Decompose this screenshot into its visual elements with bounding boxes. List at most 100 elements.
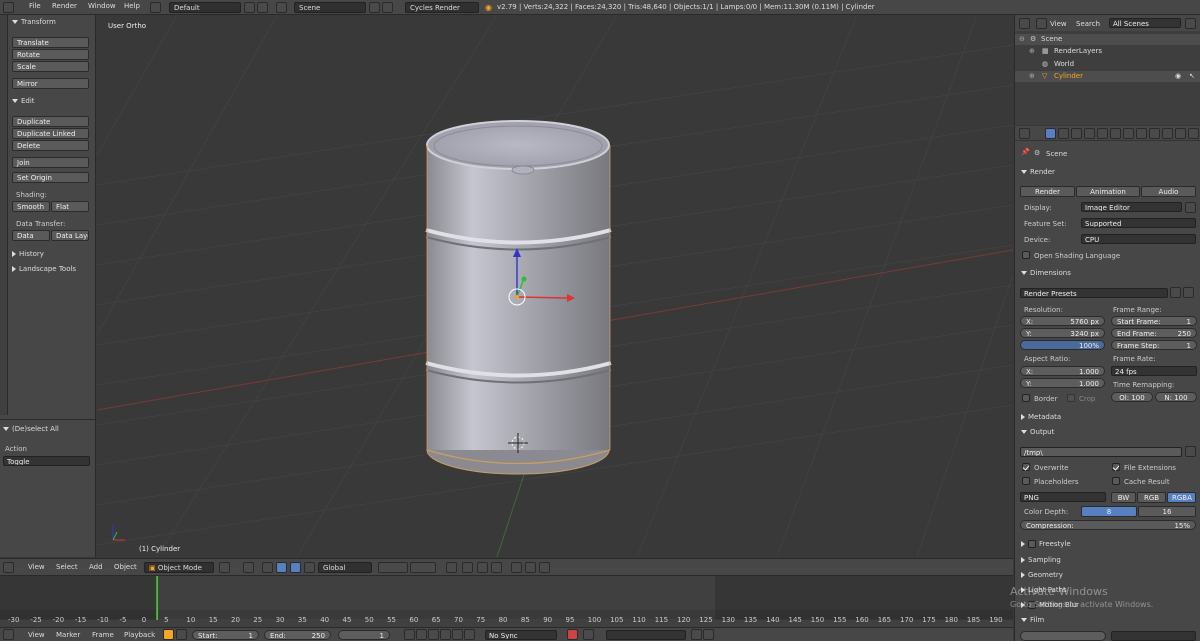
menu-file[interactable]: File (29, 2, 41, 10)
close-layout-icon[interactable] (257, 2, 268, 13)
outliner-row-world[interactable]: ◍ World (1015, 59, 1200, 70)
snap-icon[interactable] (462, 562, 473, 573)
duplicate-linked-button[interactable]: Duplicate Linked (12, 128, 89, 139)
edit-panel-header[interactable]: Edit (12, 97, 35, 105)
scene-select[interactable]: Scene (294, 2, 366, 13)
operator-panel-header[interactable]: (De)select All (3, 425, 59, 433)
next-key-icon[interactable] (452, 629, 463, 640)
delete-button[interactable]: Delete (12, 140, 89, 151)
scene-tab-icon[interactable] (1071, 128, 1082, 139)
smooth-button[interactable]: Smooth (12, 201, 50, 212)
render-button[interactable]: Render (1020, 186, 1075, 197)
physics-tab-icon[interactable] (1188, 128, 1199, 139)
depth-16-button[interactable]: 16 (1138, 506, 1196, 517)
output-path-field[interactable]: /tmp\ (1020, 447, 1182, 457)
modifiers-tab-icon[interactable] (1123, 128, 1134, 139)
file-format-select[interactable]: PNG (1020, 492, 1106, 502)
snap-element-icon[interactable] (491, 562, 502, 573)
record-icon[interactable] (567, 629, 578, 640)
menu-select[interactable]: Select (56, 563, 78, 571)
duplicate-button[interactable]: Duplicate (12, 116, 89, 127)
render-anim-icon[interactable] (525, 562, 536, 573)
jump-start-icon[interactable] (404, 629, 415, 640)
translate-button[interactable]: Translate (12, 37, 89, 48)
snap-target-icon[interactable] (477, 562, 488, 573)
res-y-field[interactable]: Y: 3240 px (1020, 328, 1105, 338)
prev-key-icon[interactable] (416, 629, 427, 640)
file-extensions-checkbox[interactable] (1112, 463, 1120, 471)
remap-new-field[interactable]: N: 100 (1155, 392, 1197, 402)
jump-end-icon[interactable] (464, 629, 475, 640)
properties-editor-icon[interactable] (1019, 128, 1030, 139)
translate-manip-icon[interactable] (276, 562, 287, 573)
mirror-button[interactable]: Mirror (12, 78, 89, 89)
start-frame-field[interactable]: Start: 1 (192, 630, 259, 640)
display-toggle-icon[interactable] (1185, 202, 1196, 213)
keying-set-select[interactable] (606, 630, 686, 640)
sampling-panel-header[interactable]: Sampling (1021, 556, 1061, 564)
particles-tab-icon[interactable] (1175, 128, 1186, 139)
outliner-search-icon[interactable] (1185, 18, 1196, 29)
layers-grid-2-icon[interactable] (410, 562, 436, 573)
transform-panel-header[interactable]: Transform (12, 18, 56, 26)
manipulator-icon[interactable] (262, 562, 273, 573)
depth-8-button[interactable]: 8 (1081, 506, 1137, 517)
current-frame-field[interactable]: 1 (338, 630, 390, 640)
rgb-button[interactable]: RGB (1137, 492, 1166, 503)
outliner-row-renderlayers[interactable]: ⊕ ▦ RenderLayers (1015, 46, 1200, 57)
display-select[interactable]: Image Editor (1081, 202, 1182, 212)
select-cursor-icon[interactable]: ↖ (1189, 72, 1195, 80)
outliner-search-menu[interactable]: Search (1076, 20, 1100, 28)
add-preset-icon[interactable] (1170, 287, 1181, 298)
menu-render[interactable]: Render (52, 2, 77, 10)
close-scene-icon[interactable] (382, 2, 393, 13)
sync-select[interactable]: No Sync (485, 630, 557, 640)
expand-scene-icon[interactable]: ⊖ (1019, 35, 1025, 43)
add-layout-icon[interactable] (244, 2, 255, 13)
3d-viewport[interactable]: User Ortho (1) Cylinder (97, 15, 1013, 557)
dimensions-panel-header[interactable]: Dimensions (1021, 269, 1071, 277)
rotate-manip-icon[interactable] (290, 562, 301, 573)
outliner-row-cylinder[interactable]: ⊕ ▽ Cylinder ◉ ↖ (1015, 71, 1200, 82)
outliner-editor-icon[interactable] (1019, 18, 1030, 29)
tool-tabs[interactable] (0, 15, 8, 415)
audio-button[interactable]: Audio (1141, 186, 1196, 197)
timeline-menu-playback[interactable]: Playback (124, 631, 155, 639)
add-scene-icon[interactable] (369, 2, 380, 13)
editor-type-icon[interactable] (3, 562, 14, 573)
world-tab-icon[interactable] (1084, 128, 1095, 139)
orientation-select[interactable]: Global (318, 562, 372, 573)
data-button[interactable]: Data (12, 230, 50, 241)
data-tab-icon[interactable] (1136, 128, 1147, 139)
scene-icon[interactable] (276, 2, 287, 13)
delete-key-icon[interactable] (703, 629, 714, 640)
viewport-shading-icon[interactable] (219, 562, 230, 573)
crop-checkbox[interactable] (1067, 394, 1075, 402)
aspect-y-field[interactable]: Y: 1.000 (1020, 378, 1105, 388)
lock-range-icon[interactable] (176, 629, 187, 640)
render-engine-select[interactable]: Cycles Render (405, 2, 479, 13)
expand-renderlayers-icon[interactable]: ⊕ (1029, 47, 1035, 55)
remap-old-field[interactable]: Ol: 100 (1111, 392, 1153, 402)
data-layout-button[interactable]: Data Layo (51, 230, 89, 241)
material-tab-icon[interactable] (1149, 128, 1160, 139)
join-button[interactable]: Join (12, 157, 89, 168)
render-panel-header[interactable]: Render (1021, 168, 1055, 176)
animation-button[interactable]: Animation (1076, 186, 1140, 197)
scale-button[interactable]: Scale (12, 61, 89, 72)
menu-add[interactable]: Add (89, 563, 103, 571)
border-checkbox[interactable] (1022, 394, 1030, 402)
osl-checkbox[interactable] (1022, 251, 1030, 259)
freestyle-panel-header[interactable]: Freestyle (1021, 540, 1071, 548)
outliner-toggle-icon[interactable] (1036, 18, 1047, 29)
outliner-view-menu[interactable]: View (1050, 20, 1067, 28)
freestyle-checkbox[interactable] (1028, 540, 1036, 548)
placeholders-checkbox[interactable] (1022, 477, 1030, 485)
constraints-tab-icon[interactable] (1110, 128, 1121, 139)
pin-icon[interactable]: 📌 (1021, 148, 1030, 156)
end-frame-prop[interactable]: End Frame: 250 (1111, 328, 1197, 338)
properties-editor[interactable]: 📌 ⚙ Scene Render Render Animation Audio … (1014, 126, 1200, 641)
feature-set-select[interactable]: Supported (1081, 218, 1196, 228)
pivot-icon[interactable] (243, 562, 254, 573)
preview-range-icon[interactable] (163, 629, 174, 640)
